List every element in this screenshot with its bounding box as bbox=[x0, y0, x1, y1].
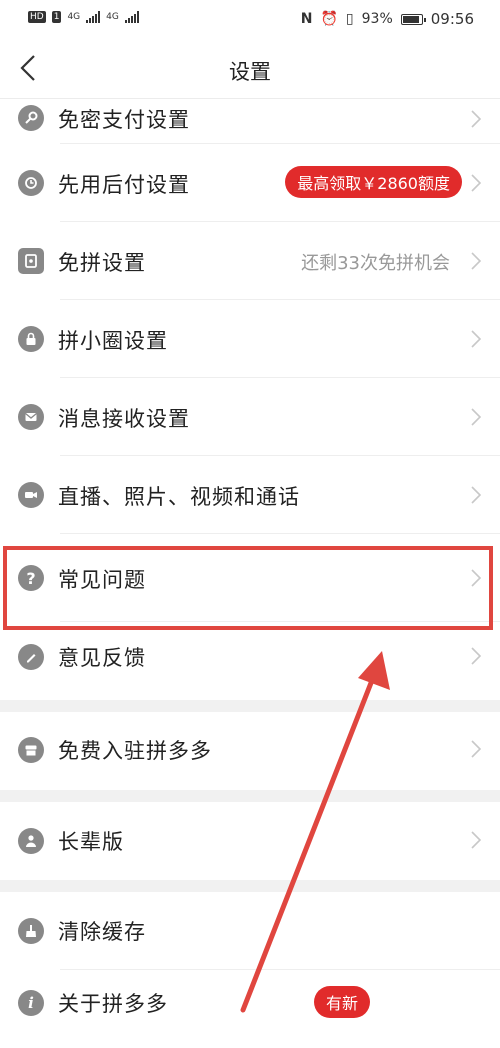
free-group-icon bbox=[18, 248, 44, 274]
row-faq[interactable]: ? 常见问题 bbox=[0, 534, 500, 622]
vibrate-icon: ▯ bbox=[345, 11, 354, 27]
chevron-right-icon bbox=[471, 647, 482, 665]
battery-icon bbox=[400, 13, 426, 25]
section-gap bbox=[0, 700, 500, 712]
chevron-right-icon bbox=[471, 831, 482, 849]
battery-fill bbox=[402, 15, 419, 23]
nfc-icon: N bbox=[300, 11, 313, 27]
chevron-right-icon bbox=[471, 408, 482, 426]
section-gap bbox=[0, 790, 500, 802]
sim-badge: 1 bbox=[51, 11, 62, 23]
nav-bar: 设置 bbox=[0, 38, 500, 99]
chevron-right-icon bbox=[471, 740, 482, 758]
row-label: 意见反馈 bbox=[58, 646, 146, 670]
video-camera-icon bbox=[18, 482, 44, 508]
row-label: 免密支付设置 bbox=[58, 108, 190, 132]
row-label: 直播、照片、视频和通话 bbox=[58, 485, 300, 509]
row-circle[interactable]: 拼小圈设置 bbox=[0, 300, 500, 378]
row-label: 关于拼多多 bbox=[58, 992, 168, 1016]
free-group-hint: 还剩33次免拼机会 bbox=[301, 253, 450, 274]
pencil-icon bbox=[18, 644, 44, 670]
battery-percent: 93% bbox=[361, 11, 393, 27]
row-clear-cache[interactable]: 清除缓存 bbox=[0, 892, 500, 970]
row-pay-later[interactable]: 先用后付设置 最高领取￥2860额度 bbox=[0, 144, 500, 222]
row-label: 拼小圈设置 bbox=[58, 329, 168, 353]
row-label: 清除缓存 bbox=[58, 920, 146, 944]
row-messages[interactable]: 消息接收设置 bbox=[0, 378, 500, 456]
broom-icon bbox=[18, 918, 44, 944]
row-live-media[interactable]: 直播、照片、视频和通话 bbox=[0, 456, 500, 534]
info-icon: i bbox=[18, 990, 44, 1016]
status-left: HD 1 4G 4G bbox=[28, 11, 139, 23]
chevron-right-icon bbox=[471, 252, 482, 270]
network-4g-label: 4G bbox=[67, 12, 81, 22]
pay-later-icon bbox=[18, 170, 44, 196]
signal-icon-2 bbox=[124, 11, 139, 23]
chevron-right-icon bbox=[471, 330, 482, 348]
row-label: 免费入驻拼多多 bbox=[58, 739, 212, 763]
row-label: 常见问题 bbox=[58, 568, 146, 592]
chevron-right-icon bbox=[471, 569, 482, 587]
row-label: 免拼设置 bbox=[58, 251, 146, 275]
store-icon bbox=[18, 737, 44, 763]
status-right: N ⏰ ▯ 93% 09:56 bbox=[301, 10, 474, 28]
new-version-badge: 有新 bbox=[313, 986, 370, 1018]
chevron-right-icon bbox=[471, 174, 482, 192]
row-free-group[interactable]: 免拼设置 还剩33次免拼机会 bbox=[0, 222, 500, 300]
row-elder-mode[interactable]: 长辈版 bbox=[0, 802, 500, 880]
row-label: 长辈版 bbox=[58, 830, 124, 854]
section-gap bbox=[0, 880, 500, 892]
status-bar: HD 1 4G 4G N ⏰ ▯ 93% 09:56 bbox=[0, 0, 500, 38]
signal-icon bbox=[86, 11, 101, 23]
row-join-merchant[interactable]: 免费入驻拼多多 bbox=[0, 712, 500, 790]
chevron-right-icon bbox=[471, 486, 482, 504]
mail-icon bbox=[18, 404, 44, 430]
network-4g-label-2: 4G bbox=[106, 12, 119, 22]
lock-icon bbox=[18, 326, 44, 352]
promo-badge: 最高领取￥2860额度 bbox=[285, 166, 462, 198]
row-feedback[interactable]: 意见反馈 bbox=[0, 622, 500, 700]
key-icon bbox=[18, 105, 44, 131]
chevron-right-icon bbox=[471, 110, 482, 128]
row-about[interactable]: i 关于拼多多 有新 bbox=[0, 970, 500, 1048]
hd-badge: HD bbox=[28, 11, 46, 23]
clock: 09:56 bbox=[430, 10, 474, 28]
elder-person-icon bbox=[18, 828, 44, 854]
alarm-icon: ⏰ bbox=[320, 11, 338, 27]
row-password-free-pay[interactable]: 免密支付设置 bbox=[0, 99, 500, 144]
row-label: 先用后付设置 bbox=[58, 173, 190, 197]
settings-list: 免密支付设置 先用后付设置 最高领取￥2860额度 免拼设置 还剩33次免拼机会… bbox=[0, 99, 500, 1048]
question-icon: ? bbox=[18, 565, 44, 591]
row-label: 消息接收设置 bbox=[58, 407, 190, 431]
page-title: 设置 bbox=[229, 60, 271, 84]
